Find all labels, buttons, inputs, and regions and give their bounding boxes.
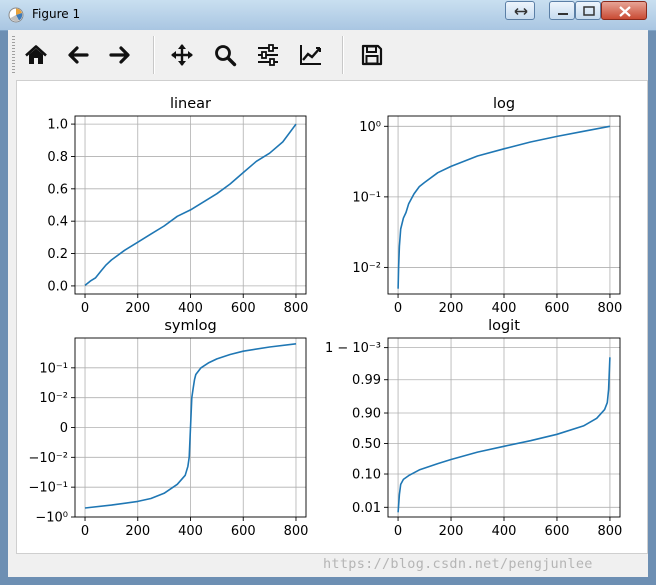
y-tick-label: 0.0 [47,279,68,294]
y-tick-label: 10⁰ [359,120,381,135]
x-tick-label: 800 [598,524,623,539]
y-tick-label: 1 − 10⁻³ [325,341,381,356]
x-tick-label: 200 [439,301,464,316]
watermark-text: https://blog.csdn.net/pengjunlee [323,556,593,572]
subplot-linear: 0 200 400 600 800 0.0 0.2 0.4 0.6 0.8 1.0 linear [47,96,308,316]
x-tick-label: 800 [284,301,309,316]
x-tick-label: 200 [125,524,150,539]
subplot-title: log [493,96,515,112]
x-tick-label: 0 [394,524,402,539]
y-tick-label: 0.4 [47,215,68,230]
x-tick-label: 600 [231,301,256,316]
y-tick-label: −10⁰ [35,511,68,526]
subplot-title: symlog [164,318,216,334]
x-tick-label: 200 [439,524,464,539]
y-tick-label: 0.2 [47,247,68,262]
x-tick-label: 600 [545,524,570,539]
y-tick-label: 0.90 [352,407,381,422]
y-tick-label: 0.8 [47,150,68,165]
x-tick-label: 600 [545,301,570,316]
x-tick-label: 400 [178,301,203,316]
x-tick-label: 400 [492,524,517,539]
x-tick-label: 400 [178,524,203,539]
x-tick-label: 600 [231,524,256,539]
y-tick-label: 10⁻¹ [39,361,68,376]
subplot-logit: 0 200 400 600 800 0.01 0.10 0.50 0.90 0.99 1 − 10⁻… [325,318,622,539]
y-tick-label: 10⁻² [352,261,381,276]
y-tick-label: 0.6 [47,182,68,197]
subplot-symlog: 0 200 400 600 800 −10⁰ −10⁻¹ −10⁻² 0 10⁻² 10⁻¹ syml… [28,318,308,539]
x-tick-label: 800 [598,301,623,316]
y-tick-label: 0 [60,421,68,436]
y-tick-label: 1.0 [47,118,68,133]
subplot-title: logit [488,318,520,334]
x-tick-label: 0 [394,301,402,316]
y-tick-label: −10⁻² [28,451,68,466]
subplot-log: 0 200 400 600 800 10⁻² 10⁻¹ 10⁰ log [352,96,622,316]
figure-window: Figure 1 0 200 400 600 800 0.0 0.2 0.4 0… [0,0,656,585]
y-tick-label: −10⁻¹ [28,481,68,496]
subplots-layer: 0 200 400 600 800 0.0 0.2 0.4 0.6 0.8 1.0 linear 0 20… [28,96,622,539]
x-tick-label: 400 [492,301,517,316]
y-tick-label: 10⁻² [39,391,68,406]
subplot-title: linear [170,96,211,112]
y-tick-label: 0.50 [352,437,381,452]
x-tick-label: 200 [125,301,150,316]
y-tick-label: 0.01 [352,501,381,516]
x-tick-label: 0 [81,524,89,539]
y-tick-label: 10⁻¹ [352,190,381,205]
x-tick-label: 800 [284,524,309,539]
y-tick-label: 0.10 [352,468,381,483]
y-tick-label: 0.99 [352,373,381,388]
x-tick-label: 0 [81,301,89,316]
